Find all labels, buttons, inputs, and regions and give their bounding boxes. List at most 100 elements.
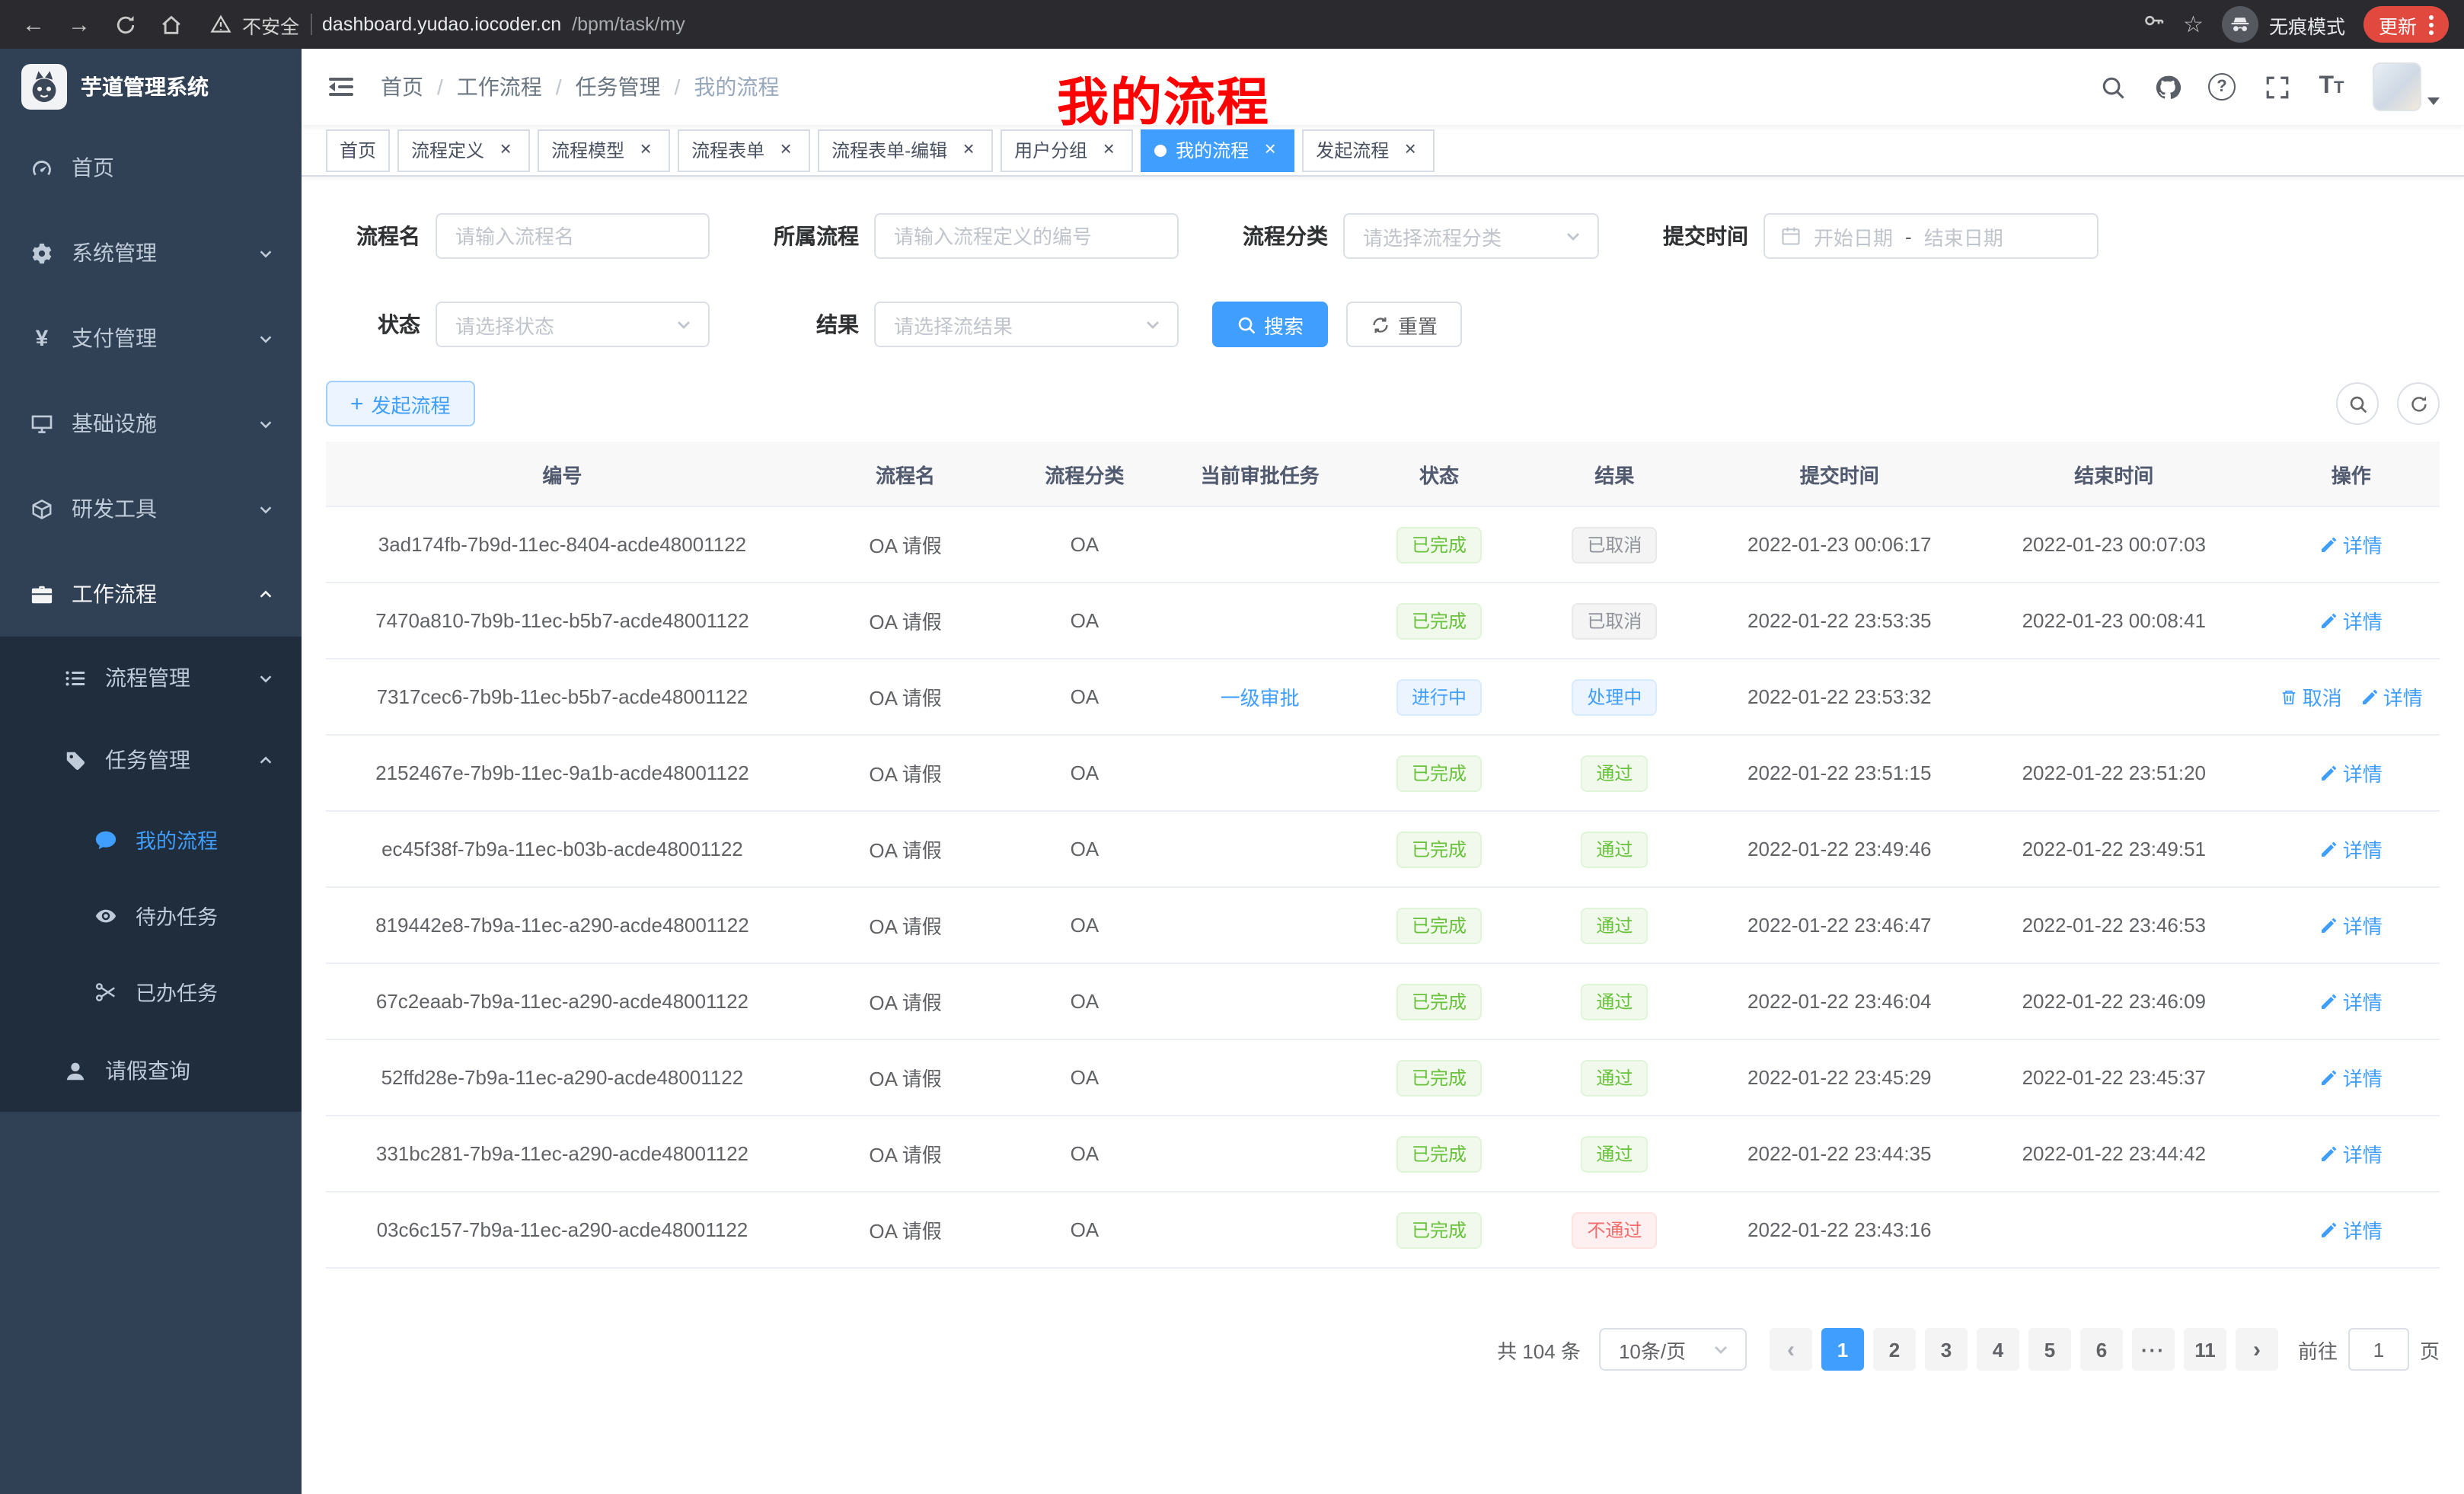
browser-back-icon[interactable]: ← xyxy=(15,6,52,43)
logo[interactable]: 芋道管理系统 xyxy=(0,49,302,125)
tab-close-icon[interactable]: × xyxy=(958,139,979,161)
filter-row-1: 流程名 所属流程 流程分类 请选择流程分类 xyxy=(326,213,2440,259)
tab-close-icon[interactable]: × xyxy=(1400,139,1421,161)
cell-result: 通过 xyxy=(1515,1116,1713,1192)
user-menu[interactable] xyxy=(2373,62,2440,111)
sidebar-item-devtools[interactable]: 研发工具 xyxy=(0,466,302,551)
detail-action-link[interactable]: 详情 xyxy=(2320,1139,2383,1168)
font-size-icon[interactable]: TT xyxy=(2318,73,2345,101)
tab-close-icon[interactable]: × xyxy=(775,139,796,161)
page-size-select[interactable]: 10条/页 xyxy=(1599,1328,1747,1371)
app: 芋道管理系统 首页 系统管理 ¥ 支付管理 基础设施 xyxy=(0,49,2464,1494)
sidebar-item-todo-tasks[interactable]: 待办任务 xyxy=(0,877,302,953)
address-bar[interactable]: 不安全 dashboard.yudao.iocoder.cn/bpm/task/… xyxy=(210,10,2142,39)
help-icon[interactable]: ? xyxy=(2208,73,2236,101)
cell-status: 已完成 xyxy=(1363,1116,1515,1192)
cell-current-task xyxy=(1157,1192,1363,1268)
current-task-link[interactable]: 一级审批 xyxy=(1221,682,1300,711)
process-name-input[interactable] xyxy=(436,213,710,259)
process-def-input[interactable] xyxy=(874,213,1179,259)
tab-流程模型[interactable]: 流程模型× xyxy=(538,129,670,171)
sidebar-toggle-icon[interactable] xyxy=(326,72,356,102)
fullscreen-icon[interactable] xyxy=(2263,73,2290,101)
reset-button[interactable]: 重置 xyxy=(1346,302,1462,347)
breadcrumb-item[interactable]: 工作流程 xyxy=(457,72,542,102)
tab-close-icon[interactable]: × xyxy=(495,139,516,161)
detail-action-link[interactable]: 详情 xyxy=(2320,758,2383,787)
detail-action-link[interactable]: 详情 xyxy=(2320,835,2383,864)
sidebar-item-workflow[interactable]: 工作流程 xyxy=(0,551,302,637)
sidebar-item-system[interactable]: 系统管理 xyxy=(0,210,302,295)
column-header-0: 编号 xyxy=(326,442,799,506)
tab-发起流程[interactable]: 发起流程× xyxy=(1302,129,1435,171)
status-badge: 已完成 xyxy=(1396,1059,1482,1096)
pagination-more[interactable]: ··· xyxy=(2132,1328,2175,1371)
sidebar-item-my-process[interactable]: 我的流程 xyxy=(0,801,302,877)
pagination-page-3[interactable]: 3 xyxy=(1925,1328,1968,1371)
bookmark-star-icon[interactable]: ☆ xyxy=(2183,11,2204,38)
tab-流程表单[interactable]: 流程表单 × xyxy=(678,129,810,171)
table-row: 7317cec6-7b9b-11ec-b5b7-acde48001122OA 请… xyxy=(326,659,2440,735)
browser-menu-icon[interactable] xyxy=(2429,14,2434,34)
create-process-button[interactable]: + 发起流程 xyxy=(326,381,475,426)
pagination-page-11[interactable]: 11 xyxy=(2184,1328,2226,1371)
search-button[interactable]: 搜索 xyxy=(1212,302,1328,347)
result-select[interactable]: 请选择流结果 xyxy=(874,302,1179,347)
pagination-page-5[interactable]: 5 xyxy=(2028,1328,2071,1371)
cell-category: OA xyxy=(1012,1192,1157,1268)
browser-forward-icon[interactable]: → xyxy=(61,6,97,43)
pagination-next[interactable]: › xyxy=(2236,1328,2278,1371)
pagination-prev[interactable]: ‹ xyxy=(1770,1328,1812,1371)
goto-unit: 页 xyxy=(2420,1335,2440,1364)
sidebar-item-process-mgmt[interactable]: 流程管理 xyxy=(0,637,302,719)
detail-action-link[interactable]: 详情 xyxy=(2320,987,2383,1016)
github-icon[interactable] xyxy=(2153,73,2181,101)
breadcrumb-item[interactable]: 首页 xyxy=(381,72,423,102)
tab-close-icon[interactable]: × xyxy=(1098,139,1119,161)
sidebar-item-home[interactable]: 首页 xyxy=(0,125,302,210)
status-select[interactable]: 请选择状态 xyxy=(436,302,710,347)
date-range-picker[interactable]: 开始日期 - 结束日期 xyxy=(1763,213,2099,259)
detail-action-link[interactable]: 详情 xyxy=(2320,606,2383,635)
result-badge: 通过 xyxy=(1581,907,1648,943)
password-key-icon[interactable] xyxy=(2142,9,2165,40)
browser-home-icon[interactable] xyxy=(152,6,189,43)
browser-update-button[interactable]: 更新 xyxy=(2363,6,2449,43)
pagination-page-1[interactable]: 1 xyxy=(1821,1328,1864,1371)
browser-reload-icon[interactable] xyxy=(107,6,143,43)
cell-current-task[interactable]: 一级审批 xyxy=(1157,659,1363,735)
sidebar-item-leave-query[interactable]: 请假查询 xyxy=(0,1030,302,1112)
navbar: 首页 / 工作流程 / 任务管理 / 我的流程 ? xyxy=(302,49,2464,125)
show-search-icon[interactable] xyxy=(2336,382,2379,425)
avatar[interactable] xyxy=(2373,62,2421,111)
cancel-action-link[interactable]: 取消 xyxy=(2280,682,2342,711)
pagination-page-2[interactable]: 2 xyxy=(1873,1328,1916,1371)
tab-label: 流程表单 xyxy=(691,137,764,163)
sidebar-item-task-mgmt[interactable]: 任务管理 xyxy=(0,719,302,801)
tab-流程定义[interactable]: 流程定义× xyxy=(397,129,530,171)
sidebar-item-payment[interactable]: ¥ 支付管理 xyxy=(0,295,302,381)
tab-流程表单-编辑[interactable]: 流程表单-编辑× xyxy=(818,129,993,171)
goto-page-input[interactable] xyxy=(2348,1328,2409,1371)
tab-close-icon[interactable]: × xyxy=(635,139,656,161)
breadcrumb-item[interactable]: 任务管理 xyxy=(576,72,661,102)
detail-action-link[interactable]: 详情 xyxy=(2320,1215,2383,1244)
cell-submit-time: 2022-01-22 23:44:35 xyxy=(1714,1116,1965,1192)
tab-首页[interactable]: 首页 xyxy=(326,129,390,171)
refresh-table-icon[interactable] xyxy=(2397,382,2440,425)
category-select[interactable]: 请选择流程分类 xyxy=(1343,213,1599,259)
sidebar-item-done-tasks[interactable]: 已办任务 xyxy=(0,953,302,1030)
cell-id: 7317cec6-7b9b-11ec-b5b7-acde48001122 xyxy=(326,659,799,735)
detail-action-link[interactable]: 详情 xyxy=(2360,682,2423,711)
detail-action-link[interactable]: 详情 xyxy=(2320,530,2383,559)
pagination-page-6[interactable]: 6 xyxy=(2080,1328,2123,1371)
search-icon[interactable] xyxy=(2099,73,2126,101)
navbar-actions: ? TT xyxy=(2099,62,2440,111)
detail-action-link[interactable]: 详情 xyxy=(2320,911,2383,940)
sidebar-item-infra[interactable]: 基础设施 xyxy=(0,381,302,466)
pagination-page-4[interactable]: 4 xyxy=(1977,1328,2019,1371)
detail-action-link[interactable]: 详情 xyxy=(2320,1063,2383,1092)
tab-close-icon[interactable]: × xyxy=(1259,139,1281,161)
cell-submit-time: 2022-01-22 23:53:32 xyxy=(1714,659,1965,735)
filter-label: 状态 xyxy=(326,309,420,340)
